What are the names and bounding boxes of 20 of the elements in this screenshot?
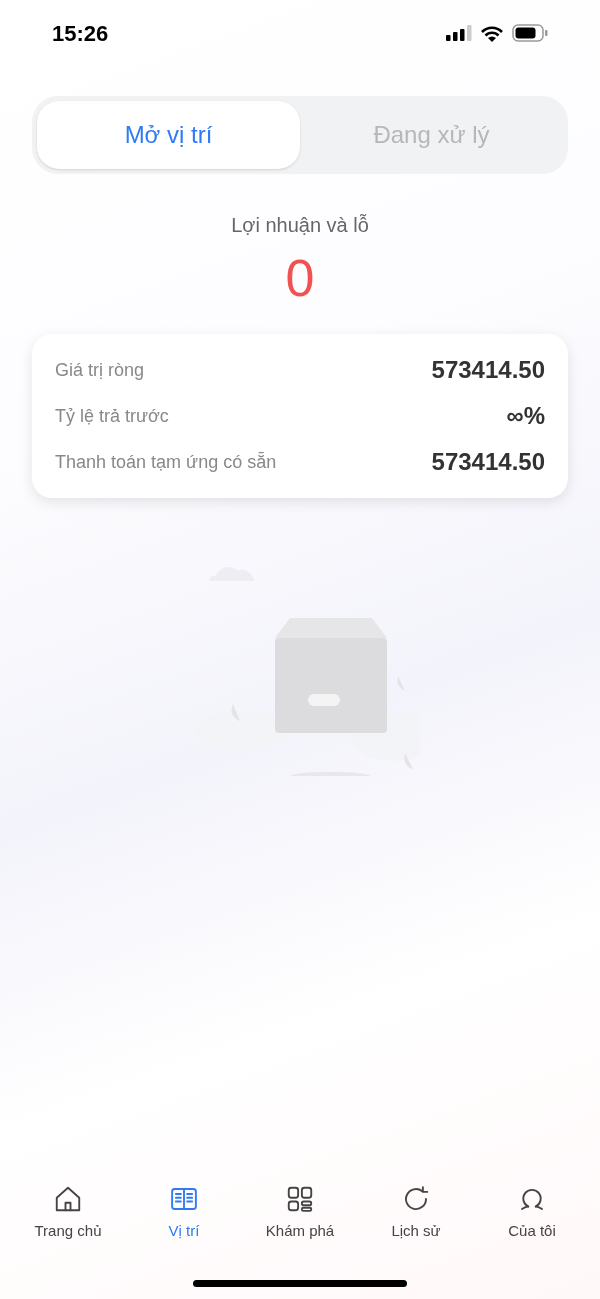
- summary-value: ∞%: [506, 401, 545, 431]
- profit-value: 0: [284, 248, 316, 308]
- summary-label: Tỷ lệ trả trước: [55, 404, 169, 428]
- summary-value: 573414.50: [431, 447, 545, 477]
- profit-label: Lợi nhuận và lỗ: [230, 213, 370, 238]
- grid-icon: [285, 1184, 315, 1214]
- nav-item[interactable]: Lịch sử: [361, 1184, 471, 1254]
- status-time: 15:26: [52, 19, 109, 48]
- tab[interactable]: Mở vị trí: [37, 101, 300, 169]
- summary-label: Giá trị ròng: [55, 358, 145, 382]
- home-icon: [53, 1184, 83, 1214]
- nav-item[interactable]: Trang chủ: [13, 1184, 123, 1254]
- battery-icon: [512, 24, 548, 42]
- nav-item[interactable]: Khám phá: [245, 1184, 355, 1254]
- wifi-icon: [480, 24, 504, 42]
- nav-item[interactable]: Vị trí: [129, 1184, 239, 1254]
- signal-icon: [446, 25, 472, 41]
- summary-value: 573414.50: [431, 355, 545, 385]
- nav-item[interactable]: Của tôi: [477, 1184, 587, 1254]
- summary-label: Thanh toán tạm ứng có sẵn: [55, 450, 277, 474]
